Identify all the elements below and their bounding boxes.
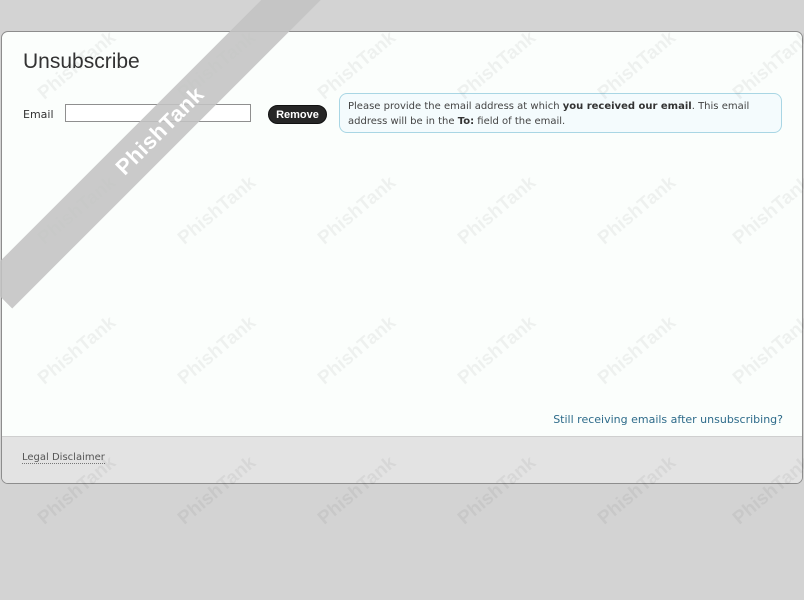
- email-help-box: Please provide the email address at whic…: [339, 93, 782, 133]
- help-text-part1: Please provide the email address at whic…: [348, 101, 563, 112]
- help-text-bold2: To:: [457, 116, 475, 127]
- email-label: Email: [23, 108, 54, 121]
- still-receiving-link[interactable]: Still receiving emails after unsubscribi…: [553, 413, 783, 426]
- legal-disclaimer-link[interactable]: Legal Disclaimer: [22, 452, 105, 464]
- footer: Legal Disclaimer: [2, 436, 802, 483]
- email-input[interactable]: [65, 104, 251, 122]
- remove-button[interactable]: Remove: [268, 105, 327, 124]
- unsubscribe-panel: Unsubscribe Email Remove Please provide …: [1, 31, 803, 484]
- help-text-part3: field of the email.: [474, 116, 566, 127]
- help-text-bold1: you received our email: [562, 101, 692, 112]
- page-title: Unsubscribe: [23, 50, 140, 73]
